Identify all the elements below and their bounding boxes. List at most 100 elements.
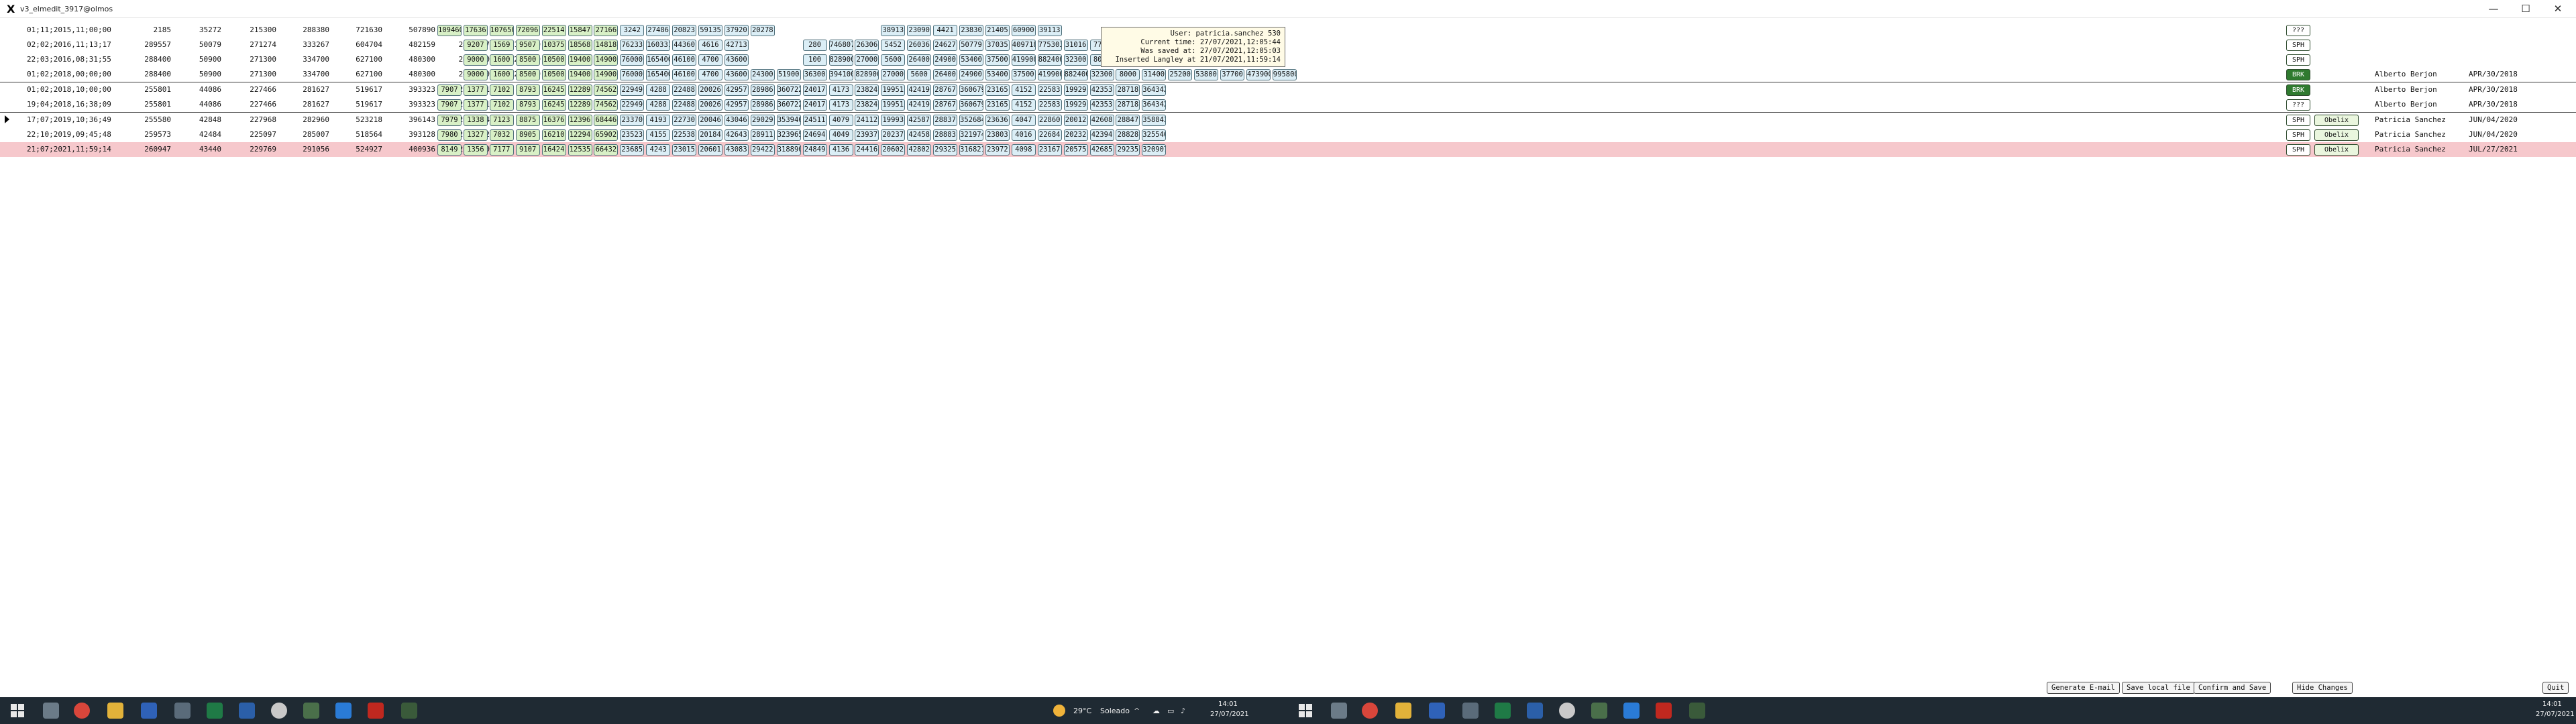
editable-blue-cell[interactable]: 42957 (724, 84, 749, 96)
editable-blue-cell[interactable]: 42419 (907, 84, 932, 96)
task-view-icon[interactable] (43, 703, 59, 719)
editable-blue-cell[interactable]: 358843 (1142, 115, 1167, 126)
editable-green-cell[interactable]: 1327 (463, 129, 488, 141)
editable-blue-cell[interactable]: 4243 (646, 144, 671, 156)
editable-green-cell[interactable]: 9000 (463, 69, 488, 80)
editable-blue-cell[interactable]: 360679 (959, 99, 983, 111)
editable-blue-cell[interactable]: 29325 (933, 144, 958, 156)
editable-blue-cell[interactable]: 50779 (959, 40, 983, 51)
editable-green-cell[interactable]: 12289 (568, 99, 592, 111)
editable-blue-cell[interactable]: 394100 (828, 69, 853, 80)
editable-blue-cell[interactable]: 19993 (881, 115, 906, 126)
editable-green-cell[interactable]: 9107 (515, 144, 540, 156)
editable-blue-cell[interactable]: 22860 (1037, 115, 1062, 126)
editable-green-cell[interactable]: 7907 (437, 99, 462, 111)
editable-blue-cell[interactable]: 37700 (1220, 69, 1244, 80)
status-badge[interactable]: SPH (2286, 129, 2310, 141)
file-explorer-icon[interactable] (107, 703, 123, 719)
editable-blue-cell[interactable]: 29235 (1116, 144, 1140, 156)
editable-blue-cell[interactable]: 43046 (724, 115, 749, 126)
editable-blue-cell[interactable]: 51900 (776, 69, 801, 80)
editable-blue-cell[interactable]: 23167 (1037, 144, 1062, 156)
editable-blue-cell[interactable]: 4136 (828, 144, 853, 156)
editable-blue-cell[interactable]: 409718 (1011, 40, 1036, 51)
editable-blue-cell[interactable]: 43600 (724, 69, 749, 80)
editable-blue-cell[interactable]: 28837 (933, 115, 958, 126)
editable-green-cell[interactable]: 17636 (463, 25, 488, 36)
status-badge[interactable]: SPH (2286, 115, 2310, 126)
editable-blue-cell[interactable]: 24694 (802, 129, 827, 141)
editable-blue-cell[interactable]: 280 (802, 40, 827, 51)
editable-green-cell[interactable]: 72096 (515, 25, 540, 36)
editable-green-cell[interactable]: 1569 (489, 40, 514, 51)
editable-green-cell[interactable]: 8500 (515, 54, 540, 66)
editable-blue-cell[interactable]: 42957 (724, 99, 749, 111)
editable-green-cell[interactable]: 18568 (568, 40, 592, 51)
editable-green-cell[interactable]: 8793 (515, 99, 540, 111)
editable-green-cell[interactable]: 9207 (463, 40, 488, 51)
editable-blue-cell[interactable]: 24017 (802, 84, 827, 96)
editable-blue-cell[interactable]: 43083 (724, 144, 749, 156)
editable-blue-cell[interactable]: 26306 (855, 40, 879, 51)
editable-blue-cell[interactable]: 39113 (1037, 25, 1062, 36)
editable-green-cell[interactable]: 74562 (594, 84, 619, 96)
editable-blue-cell[interactable]: 353946 (776, 115, 801, 126)
editable-blue-cell[interactable]: 59135 (698, 25, 722, 36)
editable-green-cell[interactable]: 65902 (594, 129, 619, 141)
editable-blue-cell[interactable]: 42353 (1089, 84, 1114, 96)
editable-green-cell[interactable]: 22514 (541, 25, 566, 36)
editable-green-cell[interactable]: 1356 (463, 144, 488, 156)
editable-blue-cell[interactable]: 4098 (1011, 144, 1036, 156)
editable-blue-cell[interactable]: 19929 (1063, 84, 1088, 96)
editable-blue-cell[interactable]: 23636 (985, 115, 1010, 126)
editable-blue-cell[interactable]: 28986 (750, 99, 775, 111)
editable-blue-cell[interactable]: 20601 (698, 144, 722, 156)
obelix-tag[interactable]: Obelix (2314, 144, 2359, 156)
editable-green-cell[interactable]: 16245 (541, 99, 566, 111)
confirm-and-save-button[interactable]: Confirm and Save (2194, 682, 2271, 694)
editable-green-cell[interactable]: 16376 (541, 115, 566, 126)
tray-volume-icon[interactable]: ♪ (1181, 707, 1185, 715)
editable-blue-cell[interactable]: 5452 (881, 40, 906, 51)
minimize-button[interactable]: — (2478, 1, 2509, 16)
xming-icon[interactable] (401, 703, 417, 719)
editable-blue-cell[interactable]: 42608 (1089, 115, 1114, 126)
editable-green-cell[interactable]: 1600 (489, 69, 514, 80)
editable-green-cell[interactable]: 109460 (437, 25, 462, 36)
editable-blue-cell[interactable]: 42685 (1089, 144, 1114, 156)
editable-blue-cell[interactable]: 20184 (698, 129, 722, 141)
editable-blue-cell[interactable]: 4152 (1011, 99, 1036, 111)
editable-blue-cell[interactable]: 27000 (855, 54, 879, 66)
editable-blue-cell[interactable]: 4155 (646, 129, 671, 141)
editable-green-cell[interactable]: 7177 (489, 144, 514, 156)
editable-blue-cell[interactable]: 828900 (828, 54, 853, 66)
editable-blue-cell[interactable]: 32300 (1063, 54, 1088, 66)
editable-blue-cell[interactable]: 28828 (1116, 129, 1140, 141)
editable-blue-cell[interactable]: 882400 (1037, 54, 1062, 66)
editable-blue-cell[interactable]: 360722 (776, 99, 801, 111)
editable-blue-cell[interactable]: 19951 (881, 84, 906, 96)
tray-cloud-icon[interactable]: ☁ (1152, 707, 1160, 715)
editable-blue-cell[interactable]: 28883 (933, 129, 958, 141)
vscode-icon[interactable] (335, 703, 352, 719)
status-badge[interactable]: SPH (2286, 40, 2310, 51)
editable-blue-cell[interactable]: 37500 (985, 54, 1010, 66)
editable-blue-cell[interactable]: 22730 (672, 115, 697, 126)
editable-blue-cell[interactable]: 100 (802, 54, 827, 66)
editable-blue-cell[interactable]: 24017 (802, 99, 827, 111)
editable-blue-cell[interactable]: 419900 (1037, 69, 1062, 80)
editable-green-cell[interactable]: 8149 (437, 144, 462, 156)
editable-blue-cell[interactable]: 27486 (646, 25, 671, 36)
editable-blue-cell[interactable]: 20026 (698, 84, 722, 96)
obelix-tag[interactable]: Obelix (2314, 115, 2359, 126)
editable-blue-cell[interactable]: 23090 (907, 25, 932, 36)
editable-green-cell[interactable]: 14900 (594, 69, 619, 80)
editable-blue-cell[interactable]: 19951 (881, 99, 906, 111)
outlook-icon-2[interactable] (1527, 703, 1543, 719)
editable-blue-cell[interactable]: 46100 (672, 69, 697, 80)
editable-blue-cell[interactable]: 29029 (750, 115, 775, 126)
chrome-icon-2[interactable] (1362, 703, 1378, 719)
editable-blue-cell[interactable]: 24112 (855, 115, 879, 126)
clock-date[interactable]: 27/07/2021 (1210, 711, 1249, 718)
table-row[interactable]: 01;11;2015,11;00;00 2185 35272 215300 288380… (0, 23, 2576, 38)
